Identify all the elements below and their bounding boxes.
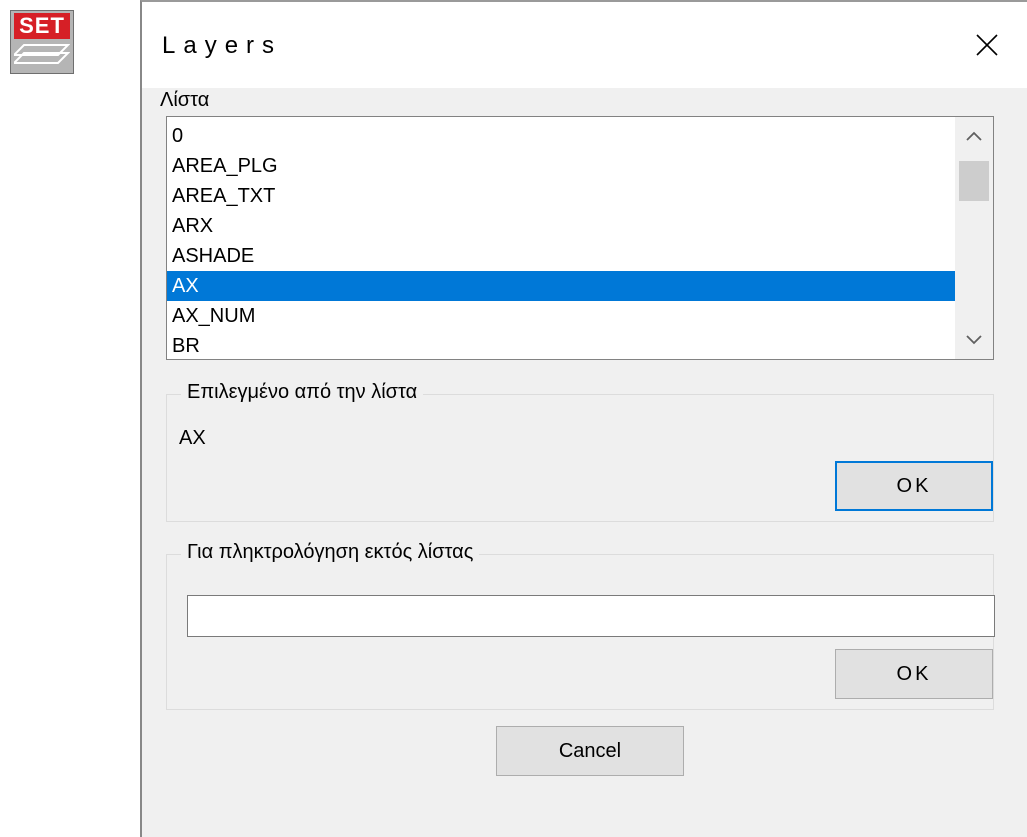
layers-dialog: Layers Λίστα 0 AREA_PLG AREA_TXT ARX ASH… xyxy=(140,0,1027,837)
set-layers-icon[interactable]: SET xyxy=(10,10,74,74)
layers-icon xyxy=(14,44,70,64)
list-items: 0 AREA_PLG AREA_TXT ARX ASHADE AX AX_NUM… xyxy=(167,121,975,359)
dialog-title: Layers xyxy=(162,32,283,59)
title-bar: Layers xyxy=(142,2,1027,88)
scroll-up-button[interactable] xyxy=(955,117,993,155)
selected-group-legend: Επιλεγμένο από την λίστα xyxy=(181,381,424,404)
close-button[interactable] xyxy=(964,22,1010,68)
layer-name-input[interactable] xyxy=(187,595,995,637)
close-icon xyxy=(976,34,998,56)
cancel-button[interactable]: Cancel xyxy=(496,726,684,776)
list-item[interactable]: BR xyxy=(167,331,975,359)
list-item[interactable]: AREA_TXT xyxy=(167,181,975,211)
app-icon-label: SET xyxy=(14,13,70,39)
list-scrollbar[interactable] xyxy=(955,117,993,359)
manual-group-legend: Για πληκτρολόγηση εκτός λίστας xyxy=(181,541,480,564)
selected-from-list-group: Επιλεγμένο από την λίστα AX OK xyxy=(166,381,994,522)
list-item[interactable]: ARX xyxy=(167,211,975,241)
chevron-up-icon xyxy=(966,131,982,141)
list-item[interactable]: ASHADE xyxy=(167,241,975,271)
scroll-down-button[interactable] xyxy=(955,321,993,359)
list-item-selected[interactable]: AX xyxy=(167,271,975,301)
list-item[interactable]: AREA_PLG xyxy=(167,151,975,181)
list-label: Λίστα xyxy=(160,89,210,111)
selected-layer-value: AX xyxy=(179,427,206,449)
scroll-thumb[interactable] xyxy=(959,161,989,201)
manual-entry-group: Για πληκτρολόγηση εκτός λίστας OK xyxy=(166,541,995,710)
list-item[interactable]: AX_NUM xyxy=(167,301,975,331)
chevron-down-icon xyxy=(966,335,982,345)
layers-listbox[interactable]: 0 AREA_PLG AREA_TXT ARX ASHADE AX AX_NUM… xyxy=(166,116,994,360)
list-item[interactable]: 0 xyxy=(167,121,975,151)
ok-selected-button[interactable]: OK xyxy=(835,461,993,511)
ok-manual-button[interactable]: OK xyxy=(835,649,993,699)
